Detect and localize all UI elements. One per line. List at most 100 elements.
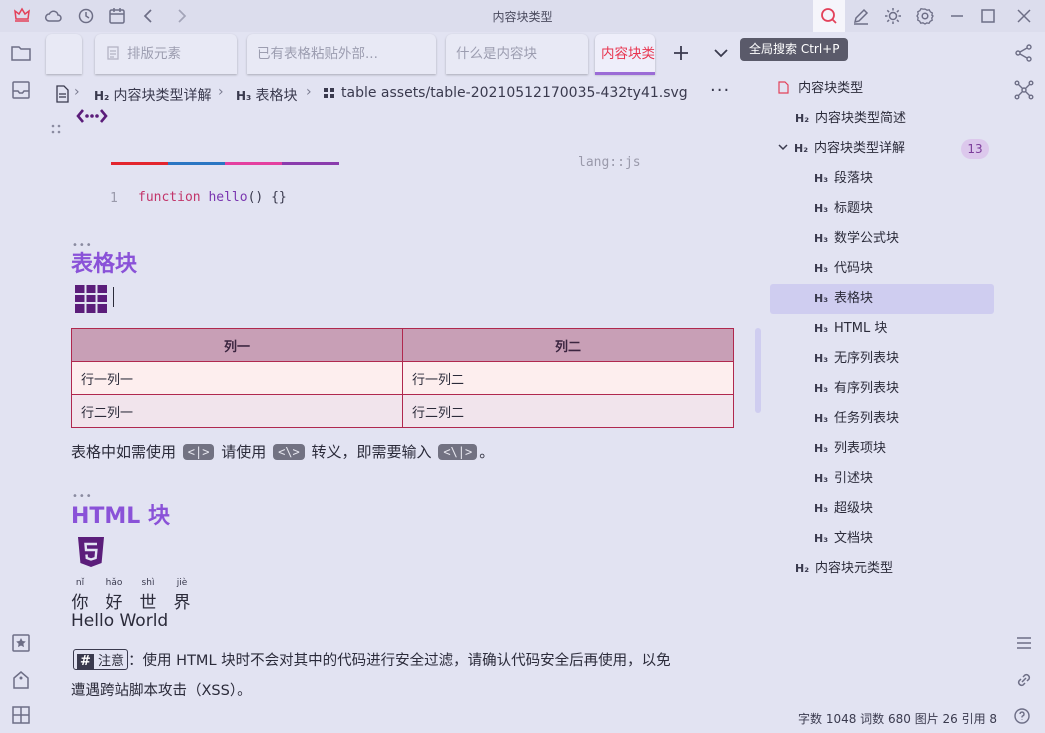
block-drag-handle-icon[interactable] xyxy=(51,124,62,135)
breadcrumb-item-h3[interactable]: H₃ 表格块 xyxy=(236,85,297,105)
outline-item-doc[interactable]: 内容块类型 xyxy=(778,74,863,104)
doc-icon xyxy=(778,81,790,94)
outline-item-h3[interactable]: H₃ 标题块 xyxy=(814,194,873,224)
more-icon[interactable]: ··· xyxy=(710,80,730,101)
graph-view-icon[interactable] xyxy=(1013,42,1035,64)
crown-icon[interactable] xyxy=(12,6,32,26)
title-bar: 内容块类型 xyxy=(0,0,1045,32)
ruby-char: nǐ 你 xyxy=(71,578,89,613)
content-table[interactable]: 列一 列二 行一列一 行一列二 行二列一 行二列二 xyxy=(71,328,734,428)
table-cell[interactable]: 行二列二 xyxy=(402,394,734,428)
search-icon xyxy=(819,6,839,26)
minimize-icon[interactable] xyxy=(947,6,967,26)
dock-layout-icon[interactable] xyxy=(10,704,32,726)
calendar-icon[interactable] xyxy=(107,6,127,26)
outline-item-h2[interactable]: H₂ 内容块类型简述 xyxy=(795,104,906,134)
notice-paragraph-line2: 遭遇跨站脚本攻击（XSS）。 xyxy=(71,683,252,699)
breadcrumb-item-h2[interactable]: H₂ 内容块类型详解 xyxy=(94,85,211,105)
table-block-icon xyxy=(74,284,108,314)
history-icon[interactable] xyxy=(76,6,96,26)
close-icon[interactable] xyxy=(1014,6,1034,26)
new-tab-plus-icon[interactable] xyxy=(671,43,691,63)
forward-icon[interactable] xyxy=(171,6,191,26)
table-escape-paragraph[interactable]: 表格中如需使用 <|> 请使用 <\> 转义，即需要输入 <\|>。 xyxy=(71,441,494,462)
status-bar-counts: 字数 1048 词数 680 图片 26 引用 8 xyxy=(798,712,998,726)
block-drag-icon xyxy=(324,88,335,99)
file-tree-folder-icon[interactable] xyxy=(10,42,32,64)
outline-item-h3[interactable]: H₃ 段落块 xyxy=(814,164,873,194)
inline-code: <|> xyxy=(182,444,215,460)
outline-item-h3[interactable]: H₃ 无序列表块 xyxy=(814,344,899,374)
notice-tag[interactable]: # 注意 xyxy=(73,649,129,670)
table-header-cell[interactable]: 列一 xyxy=(71,328,403,362)
doc-icon xyxy=(105,45,121,61)
theme-sun-icon[interactable] xyxy=(883,6,903,26)
table-header-cell[interactable]: 列二 xyxy=(402,328,734,362)
outline-item-h3[interactable]: H₃ 超级块 xyxy=(814,494,873,524)
tab-4-active[interactable]: 内容块类型 xyxy=(595,34,655,74)
table-cell[interactable]: 行一列一 xyxy=(71,361,403,395)
back-icon[interactable] xyxy=(139,6,159,26)
notice-paragraph[interactable]: # 注意 ：使用 HTML 块时不会对其中的代码进行安全过滤，请确认代码安全后再使… xyxy=(73,649,671,670)
maximize-icon[interactable] xyxy=(978,6,998,26)
bookmark-star-icon[interactable] xyxy=(10,632,32,654)
outline-list-icon[interactable] xyxy=(1013,632,1035,654)
text-cursor xyxy=(113,287,114,307)
help-icon[interactable] xyxy=(1013,707,1031,725)
outline-item-h3[interactable]: H₃ HTML 块 xyxy=(814,314,887,344)
breadcrumb-separator: › xyxy=(218,84,224,100)
inline-code: <\|> xyxy=(438,444,478,460)
html5-icon xyxy=(77,536,105,568)
edit-icon[interactable] xyxy=(851,6,871,26)
expand-chevron-down-icon[interactable] xyxy=(777,141,789,153)
global-search-button[interactable] xyxy=(813,0,845,32)
code-language-label[interactable]: lang::js xyxy=(578,155,641,170)
ruby-text[interactable]: nǐ 你 hǎo 好 shì 世 jiè 界 xyxy=(71,578,191,613)
breadcrumb: › H₂ 内容块类型详解 › H₃ 表格块 › table assets/tab… xyxy=(50,80,750,106)
tab-3[interactable]: 什么是内容块 xyxy=(446,34,588,74)
breadcrumb-item-table[interactable]: table assets/table-20210512170035-432ty4… xyxy=(341,85,688,101)
ruby-char: shì 世 xyxy=(139,578,157,613)
breadcrumb-separator: › xyxy=(306,84,312,100)
tab-list-chevron-down-icon[interactable] xyxy=(711,43,731,63)
outline-selected-highlight xyxy=(770,284,994,314)
code-line[interactable]: function hello() {} xyxy=(138,190,287,205)
outline-item-h2-expanded[interactable]: H₂ 内容块类型详解 xyxy=(777,134,905,164)
outline-item-h3-selected[interactable]: H₃ 表格块 xyxy=(814,284,873,314)
outline-item-h3[interactable]: H₃ 有序列表块 xyxy=(814,374,899,404)
inbox-icon[interactable] xyxy=(10,79,32,101)
cloud-icon[interactable] xyxy=(43,6,63,26)
editor-scrollbar[interactable] xyxy=(755,328,761,413)
outline-item-h3[interactable]: H₃ 文档块 xyxy=(814,524,873,554)
table-cell[interactable]: 行一列二 xyxy=(402,361,734,395)
heading-table-block[interactable]: 表格块 xyxy=(71,246,137,278)
outline-item-h3[interactable]: H₃ 引述块 xyxy=(814,464,873,494)
global-graph-icon[interactable] xyxy=(1013,79,1035,101)
outline-item-h2[interactable]: H₂ 内容块元类型 xyxy=(795,554,893,584)
search-tooltip: 全局搜索 Ctrl+P xyxy=(740,38,849,61)
ruby-char: hǎo 好 xyxy=(105,578,123,613)
outline-item-h3[interactable]: H₃ 代码块 xyxy=(814,254,873,284)
tab-1[interactable]: 排版元素 xyxy=(95,34,237,74)
tab-0[interactable] xyxy=(46,34,82,74)
tab-2[interactable]: 已有表格粘贴外部... xyxy=(247,34,436,74)
breadcrumb-separator: › xyxy=(74,84,80,100)
outline-item-h3[interactable]: H₃ 任务列表块 xyxy=(814,404,899,434)
table-cell[interactable]: 行二列一 xyxy=(71,394,403,428)
tag-icon[interactable] xyxy=(10,669,32,691)
backlink-icon[interactable] xyxy=(1013,669,1035,691)
outline-item-h3[interactable]: H₃ 列表项块 xyxy=(814,434,886,464)
inline-code: <\> xyxy=(273,444,305,460)
table-row: 行一列一 行一列二 xyxy=(71,361,734,395)
settings-gear-icon[interactable] xyxy=(915,6,935,26)
outline-count-badge: 13 xyxy=(961,139,989,159)
hello-world-text[interactable]: Hello World xyxy=(71,611,168,631)
code-block-icon xyxy=(76,106,108,126)
heading-html-block[interactable]: HTML 块 xyxy=(71,498,170,530)
ruby-char: jiè 界 xyxy=(173,578,191,613)
table-row: 行二列一 行二列二 xyxy=(71,394,734,428)
outline-item-h3[interactable]: H₃ 数学公式块 xyxy=(814,224,899,254)
breadcrumb-doc-icon[interactable] xyxy=(54,85,70,103)
code-block-color-bar xyxy=(111,162,339,165)
code-line-number: 1 xyxy=(110,191,118,206)
